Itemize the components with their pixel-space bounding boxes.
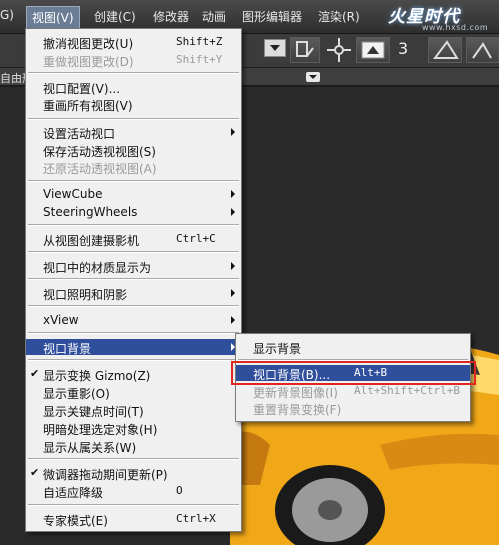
- menu-item-undo-view[interactable]: 撤消视图更改(U) Shift+Z: [26, 34, 241, 51]
- angle-snap-button[interactable]: [428, 37, 462, 63]
- menu-item-update-during-spinner[interactable]: ✔ 微调器拖动期间更新(P): [26, 465, 241, 482]
- snap-icon: [296, 41, 314, 57]
- menu-item-show-key-times[interactable]: 显示关键点时间(T): [26, 402, 241, 419]
- submenu-arrow-icon: [231, 262, 235, 270]
- menu-item-adaptive-degradation[interactable]: 自适应降级 O: [26, 483, 241, 500]
- render-icon: [361, 41, 385, 59]
- menu-separator: [28, 359, 239, 361]
- menu-separator: [28, 72, 239, 74]
- menu-item-viewport-background[interactable]: 视口背景: [26, 339, 241, 356]
- highlight-annotation-box: [231, 361, 476, 385]
- menu-graph-editors[interactable]: 图形编辑器: [242, 8, 302, 25]
- menu-item-show-ghosting[interactable]: 显示重影(O): [26, 384, 241, 401]
- menu-item-expert-mode[interactable]: 专家模式(E) Ctrl+X: [26, 511, 241, 528]
- submenu-arrow-icon: [231, 190, 235, 198]
- move-button[interactable]: [324, 37, 356, 63]
- submenu-item-reset-bg-transform: 重置背景变换(F): [253, 403, 342, 417]
- percent-snap-icon: [472, 42, 492, 59]
- menu-separator: [28, 278, 239, 280]
- selection-dropdown[interactable]: [264, 39, 286, 57]
- menu-separator: [28, 504, 239, 506]
- menu-item-create-camera[interactable]: 从视图创建摄影机 Ctrl+C: [26, 231, 241, 248]
- menu-item-partial[interactable]: G): [0, 8, 14, 22]
- angle-snap-icon: [433, 40, 459, 59]
- menu-item-lighting-shadows[interactable]: 视口照明和阴影: [26, 285, 241, 302]
- menu-separator: [28, 224, 239, 226]
- submenu-arrow-icon: [231, 289, 235, 297]
- menu-rendering[interactable]: 渲染(R): [318, 8, 360, 25]
- menu-item-shade-selected[interactable]: 明暗处理选定对象(H): [26, 420, 241, 437]
- menu-separator: [28, 118, 239, 120]
- submenu-arrow-icon: [231, 316, 235, 324]
- chevron-down-icon: [270, 45, 280, 51]
- menu-modifiers[interactable]: 修改器: [153, 8, 189, 25]
- render-setup-button[interactable]: [356, 37, 390, 63]
- submenu-arrow-icon: [231, 128, 235, 136]
- menu-animation[interactable]: 动画: [202, 8, 226, 25]
- snap-toggle-3[interactable]: 3: [398, 39, 408, 58]
- move-icon: [327, 38, 351, 62]
- menu-separator: [28, 305, 239, 307]
- watermark-url: www.hxsd.com: [422, 23, 489, 32]
- checkmark-icon: ✔: [30, 466, 40, 479]
- menu-item-xview[interactable]: xView: [26, 312, 241, 328]
- submenu-item-show-background[interactable]: 显示背景: [236, 339, 470, 356]
- ribbon-dropdown[interactable]: [306, 72, 320, 82]
- menu-item-redraw-all[interactable]: 重画所有视图(V): [26, 96, 241, 113]
- submenu-item-update-bg-image: 更新背景图像(I) Alt+Shift+Ctrl+B: [253, 384, 460, 400]
- menu-view[interactable]: 视图(V): [26, 6, 80, 29]
- snap-button[interactable]: [290, 37, 320, 63]
- menu-item-show-gizmo[interactable]: ✔ 显示变换 Gizmo(Z): [26, 366, 241, 383]
- checkmark-icon: ✔: [30, 367, 40, 380]
- menu-separator: [28, 251, 239, 253]
- menu-separator: [28, 458, 239, 460]
- menu-separator: [28, 332, 239, 334]
- percent-snap-button[interactable]: [466, 37, 499, 63]
- menu-item-material-display[interactable]: 视口中的材质显示为: [26, 258, 241, 275]
- menu-separator: [28, 180, 239, 182]
- menu-item-steeringwheels[interactable]: SteeringWheels: [26, 204, 241, 220]
- menu-create[interactable]: 创建(C): [94, 8, 136, 25]
- menu-item-redo-view: 重做视图更改(D) Shift+Y: [43, 53, 223, 69]
- menu-item-show-dependencies[interactable]: 显示从属关系(W): [26, 438, 241, 455]
- menu-item-viewcube[interactable]: ViewCube: [26, 186, 241, 202]
- menu-item-set-active-viewport[interactable]: 设置活动视口: [26, 124, 241, 141]
- menu-item-viewport-config[interactable]: 视口配置(V)...: [26, 79, 241, 96]
- submenu-arrow-icon: [231, 208, 235, 216]
- menu-item-save-active-view[interactable]: 保存活动透视视图(S): [26, 142, 241, 159]
- menu-item-restore-active-view: 还原活动透视视图(A): [43, 162, 157, 176]
- view-menu-dropdown: 撤消视图更改(U) Shift+Z 重做视图更改(D) Shift+Y 视口配置(V…: [25, 28, 242, 532]
